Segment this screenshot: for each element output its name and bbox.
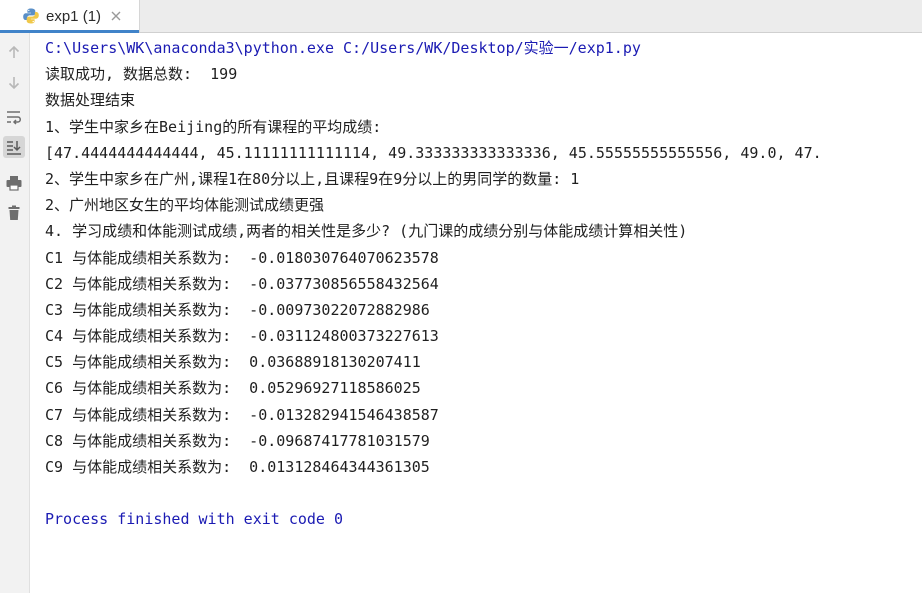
output-line: C6 与体能成绩相关系数为: 0.05296927118586025 (45, 379, 421, 398)
console-output[interactable]: C:\Users\WK\anaconda3\python.exe C:/User… (45, 35, 922, 593)
tab-bar: exp1 (1) (0, 0, 922, 33)
scroll-to-end-icon (7, 141, 21, 155)
clear-all-button[interactable] (3, 202, 25, 224)
run-tool-window: exp1 (1) C:\Users\WK\anaconda3\python.ex… (0, 0, 922, 593)
output-line: C2 与体能成绩相关系数为: -0.037730856558432564 (45, 274, 439, 293)
output-line: C7 与体能成绩相关系数为: -0.013282941546438587 (45, 405, 439, 424)
output-line: 2、广州地区女生的平均体能测试成绩更强 (45, 196, 325, 215)
scroll-to-end-button[interactable] (3, 136, 25, 158)
command-line: C:\Users\WK\anaconda3\python.exe C:/User… (45, 39, 641, 57)
output-line: C8 与体能成绩相关系数为: -0.09687417781031579 (45, 431, 430, 450)
output-line: C9 与体能成绩相关系数为: 0.013128464344361305 (45, 458, 430, 476)
close-icon[interactable] (110, 10, 122, 22)
print-button[interactable] (3, 172, 25, 194)
scroll-down-button[interactable] (3, 72, 25, 94)
output-line: C5 与体能成绩相关系数为: 0.03688918130207411 (45, 353, 421, 372)
tab-label: exp1 (1) (46, 7, 102, 25)
output-line: 读取成功, 数据总数: 199 (45, 65, 238, 84)
print-icon (6, 176, 22, 191)
output-line: 2、学生中家乡在广州,课程1在80分以上,且课程9在9分以上的男同学的数量: 1 (45, 169, 580, 188)
output-line: 数据处理结束 (45, 91, 136, 110)
scroll-down-icon (8, 77, 20, 90)
python-file-icon (23, 8, 39, 24)
exit-message: Process finished with exit code 0 (45, 510, 344, 529)
tab-exp1[interactable]: exp1 (1) (0, 0, 140, 33)
soft-wrap-button[interactable] (3, 106, 25, 128)
scroll-up-button[interactable] (3, 41, 25, 63)
output-line: [47.4444444444444, 45.11111111111114, 49… (45, 143, 822, 162)
soft-wrap-icon (7, 111, 21, 125)
output-line: C4 与体能成绩相关系数为: -0.031124800373227613 (45, 327, 439, 346)
output-line: 1、学生中家乡在Beijing的所有课程的平均成绩: (45, 117, 382, 136)
scroll-up-icon (8, 45, 20, 58)
console-toolbar (0, 33, 30, 593)
output-line: C1 与体能成绩相关系数为: -0.018030764070623578 (45, 248, 439, 267)
output-line: C3 与体能成绩相关系数为: -0.00973022072882986 (45, 300, 430, 319)
output-line: 4. 学习成绩和体能测试成绩,两者的相关性是多少? (九门课的成绩分别与体能成绩… (45, 222, 688, 241)
delete-icon (8, 205, 20, 220)
